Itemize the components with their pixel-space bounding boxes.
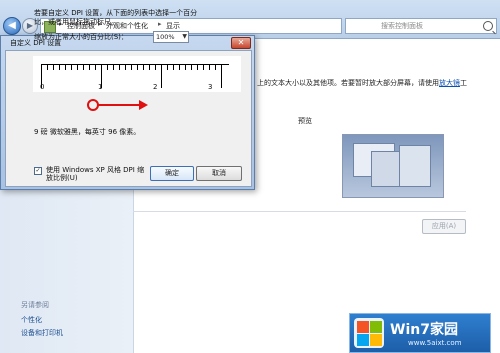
ruler-number: 2 [153,83,158,91]
ok-button[interactable]: 确定 [150,166,194,181]
drag-annotation [87,99,148,111]
ruler-tick [161,64,162,88]
ruler-tick [185,64,186,70]
ruler-tick [83,64,84,70]
ruler-tick [197,64,198,70]
dialog-description: 若要自定义 DPI 设置，从下面的列表中选择一个百分比，或者用鼠标拖动标尺。 [34,9,198,26]
divider [133,211,466,212]
ruler-tick [215,64,216,70]
scale-percent-value: 100% [156,33,175,41]
ruler-tick [113,64,114,70]
ruler-tick [173,64,174,70]
search-icon[interactable] [483,21,493,31]
font-sample-text: 9 磅 微软雅黑，每英寸 96 像素。 [34,128,141,136]
windows-logo-icon [354,318,384,348]
ruler-number: 1 [98,83,103,91]
content-description: 上的文本大小以及其他项。若要暂时放大部分屏幕，请使用放大镜工 [257,78,467,88]
dropdown-arrow-icon[interactable]: ▼ [182,32,187,42]
description-text: 上的文本大小以及其他项。若要暂时放大部分屏幕，请使用 [257,79,439,87]
logo-tile [370,321,382,333]
apply-button[interactable]: 应用(A) [422,219,466,234]
preview-image [342,134,444,198]
ruler-tick [125,64,126,70]
ruler-tick [149,64,150,70]
sidebar-link-personalization[interactable]: 个性化 [21,315,42,325]
xp-scaling-checkbox[interactable]: ✓ [34,167,42,175]
ruler-tick [179,64,180,70]
ruler-tick [167,64,168,70]
sidebar-link-devices-printers[interactable]: 设备和打印机 [21,328,63,338]
ruler-tick [47,64,48,70]
preview-window [399,145,431,187]
watermark-url: www.5aixt.com [408,339,462,347]
ruler-tick [53,64,54,70]
ruler-tick [203,64,204,70]
ruler-number: 3 [208,83,213,91]
watermark-logo: Win7家园 www.5aixt.com [349,313,491,353]
ruler-tick [65,64,66,70]
ruler-tick [107,64,108,70]
search-input[interactable]: 搜索控制面板 [345,18,497,34]
ruler-tick [119,64,120,70]
preview-label: 预览 [298,117,312,125]
ruler-tick [155,64,156,70]
ruler-baseline [41,64,229,65]
logo-tile [370,334,382,346]
ruler-tick [137,64,138,70]
close-icon[interactable]: ✕ [231,37,251,49]
dpi-ruler[interactable]: 0 1 2 3 [33,56,241,92]
search-placeholder: 搜索控制面板 [381,22,423,30]
watermark-title: Win7家园 [390,322,458,338]
xp-scaling-label[interactable]: 使用 Windows XP 风格 DPI 缩放比例(U) [46,166,146,182]
cancel-button[interactable]: 取消 [196,166,242,181]
description-suffix: 工 [460,79,467,87]
ruler-tick [77,64,78,70]
ruler-tick [71,64,72,70]
ruler-tick [59,64,60,70]
logo-tile [357,334,369,346]
ruler-tick [221,64,222,88]
scale-label: 缩放为正常大小的百分比(S)： [34,33,128,41]
ruler-tick [143,64,144,70]
ruler-tick [209,64,210,70]
magnifier-link[interactable]: 放大镜 [439,79,460,87]
ruler-tick [95,64,96,70]
ruler-number: 0 [40,83,45,91]
back-icon[interactable]: ◀ [3,17,21,35]
ruler-tick [131,64,132,70]
logo-tile [357,321,369,333]
annotation-arrow [139,100,148,110]
ruler-tick [89,64,90,70]
ruler-tick [191,64,192,70]
see-also-heading: 另请参阅 [21,301,49,309]
scale-percent-select[interactable]: 100% ▼ [153,31,189,43]
annotation-line [97,104,139,106]
